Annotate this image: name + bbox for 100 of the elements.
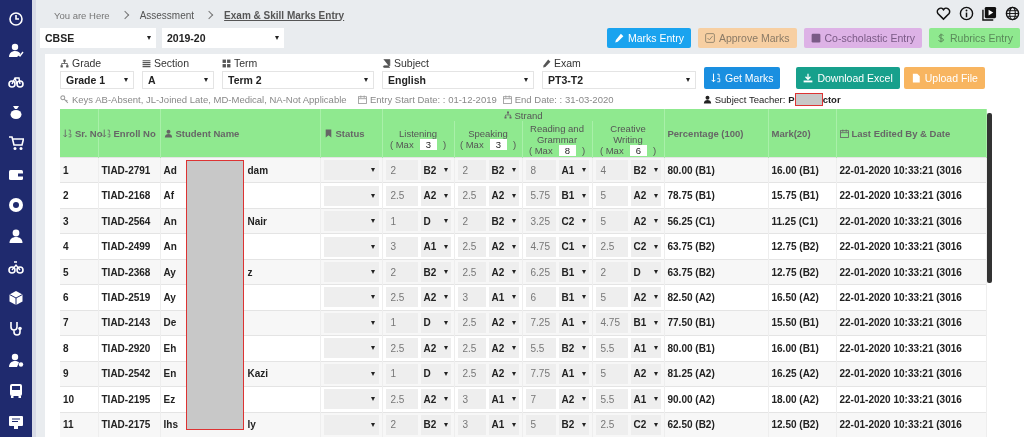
score-field[interactable]: 7	[525, 389, 556, 410]
grade-select[interactable]: D	[630, 262, 661, 283]
cart-icon[interactable]	[8, 135, 24, 151]
grade-select[interactable]: A2	[488, 262, 519, 283]
stethoscope-icon[interactable]	[8, 321, 24, 337]
breadcrumb-link[interactable]: Assessment	[139, 9, 195, 21]
score-field[interactable]: 2.5	[595, 236, 628, 257]
score-field[interactable]: 7.25	[525, 312, 556, 333]
filter-select[interactable]: A	[142, 71, 214, 89]
grade-select[interactable]: A2	[558, 389, 589, 410]
score-field[interactable]: 2	[457, 160, 486, 181]
score-field[interactable]: 2.5	[457, 338, 486, 359]
grade-select[interactable]: A2	[420, 185, 451, 206]
grade-select[interactable]: C2	[630, 236, 661, 257]
score-field[interactable]: 6	[525, 287, 556, 308]
breadcrumb-link[interactable]: Exam & Skill Marks Entry	[224, 9, 345, 21]
grade-select[interactable]: A2	[420, 287, 451, 308]
score-field[interactable]: 2.5	[385, 185, 418, 206]
coin-icon[interactable]	[8, 197, 24, 213]
grade-select[interactable]: B1	[558, 262, 589, 283]
score-field[interactable]: 2.5	[457, 185, 486, 206]
grade-select[interactable]: B2	[420, 262, 451, 283]
score-field[interactable]: 4	[595, 160, 628, 181]
year-select[interactable]: 2019-20	[162, 28, 284, 48]
score-field[interactable]: 1	[385, 363, 418, 384]
grade-select[interactable]: B1	[558, 185, 589, 206]
score-field[interactable]: 4.75	[525, 236, 556, 257]
score-field[interactable]: 5	[595, 363, 628, 384]
grade-select[interactable]: A2	[420, 338, 451, 359]
score-field[interactable]: 4.75	[595, 312, 628, 333]
grade-select[interactable]: A2	[488, 338, 519, 359]
grade-select[interactable]: A1	[558, 160, 589, 181]
grade-select[interactable]: A1	[488, 414, 519, 435]
score-field[interactable]: 2.5	[385, 287, 418, 308]
grade-select[interactable]: A2	[488, 185, 519, 206]
score-field[interactable]: 2	[385, 160, 418, 181]
score-field[interactable]: 5.5	[595, 338, 628, 359]
score-field[interactable]: 1	[385, 211, 418, 232]
grade-select[interactable]: A2	[630, 211, 661, 232]
grade-select[interactable]: B2	[420, 160, 451, 181]
grade-select[interactable]: A2	[630, 185, 661, 206]
score-field[interactable]: 2.5	[385, 338, 418, 359]
score-field[interactable]: 5	[595, 185, 628, 206]
grade-select[interactable]: C2	[558, 211, 589, 232]
bag-icon[interactable]	[8, 104, 24, 120]
score-field[interactable]: 3	[457, 414, 486, 435]
grade-select[interactable]: B1	[558, 287, 589, 308]
score-field[interactable]: 3.25	[525, 211, 556, 232]
score-field[interactable]: 7.75	[525, 363, 556, 384]
bicycle-icon[interactable]	[8, 259, 24, 275]
grade-select[interactable]: B2	[558, 338, 589, 359]
max-field[interactable]: 6	[629, 144, 647, 156]
user-icon[interactable]	[8, 228, 24, 244]
grade-select[interactable]: C1	[558, 236, 589, 257]
grade-select[interactable]: A1	[558, 363, 589, 384]
max-field[interactable]: 3	[419, 139, 437, 150]
scrollbar[interactable]	[986, 113, 992, 283]
score-field[interactable]: 2	[385, 262, 418, 283]
grade-select[interactable]: A2	[488, 236, 519, 257]
grade-select[interactable]: D	[420, 211, 451, 232]
grade-select[interactable]: B1	[630, 312, 661, 333]
score-field[interactable]: 2	[457, 211, 486, 232]
grade-select[interactable]: A2	[488, 363, 519, 384]
grade-select[interactable]: B2	[420, 414, 451, 435]
grade-select[interactable]: D	[420, 312, 451, 333]
bus-icon[interactable]	[8, 383, 24, 399]
grade-select[interactable]: A1	[420, 236, 451, 257]
score-field[interactable]: 5.5	[525, 338, 556, 359]
grade-select[interactable]: A1	[558, 312, 589, 333]
grade-select[interactable]: C2	[630, 414, 661, 435]
box-icon[interactable]	[8, 290, 24, 306]
score-field[interactable]: 2.5	[385, 389, 418, 410]
grade-select[interactable]: A2	[630, 287, 661, 308]
grade-select[interactable]: B2	[488, 160, 519, 181]
board-select[interactable]: CBSE	[40, 28, 156, 48]
score-field[interactable]: 5	[525, 414, 556, 435]
score-field[interactable]: 2.5	[457, 262, 486, 283]
filter-select[interactable]: English	[382, 71, 534, 89]
score-field[interactable]: 1	[385, 312, 418, 333]
filter-select[interactable]: Grade 1	[60, 71, 134, 89]
grade-select[interactable]: A2	[420, 389, 451, 410]
score-field[interactable]: 2.5	[457, 312, 486, 333]
score-field[interactable]: 2.5	[457, 363, 486, 384]
score-field[interactable]: 2	[595, 262, 628, 283]
grade-select[interactable]: A2	[488, 312, 519, 333]
grade-select[interactable]: D	[420, 363, 451, 384]
user-icon[interactable]	[8, 42, 24, 58]
filter-select[interactable]: PT3-T2	[542, 71, 696, 89]
score-field[interactable]: 5.5	[595, 389, 628, 410]
clock-icon[interactable]	[8, 11, 24, 27]
grade-select[interactable]: A2	[630, 363, 661, 384]
grade-select[interactable]: A1	[488, 389, 519, 410]
score-field[interactable]: 2	[385, 414, 418, 435]
score-field[interactable]: 2.5	[457, 236, 486, 257]
score-field[interactable]: 3	[385, 236, 418, 257]
grade-select[interactable]: B2	[630, 160, 661, 181]
max-field[interactable]: 8	[558, 144, 576, 156]
monitor-icon[interactable]	[8, 414, 24, 430]
grade-select[interactable]: B2	[488, 211, 519, 232]
score-field[interactable]: 5.75	[525, 185, 556, 206]
